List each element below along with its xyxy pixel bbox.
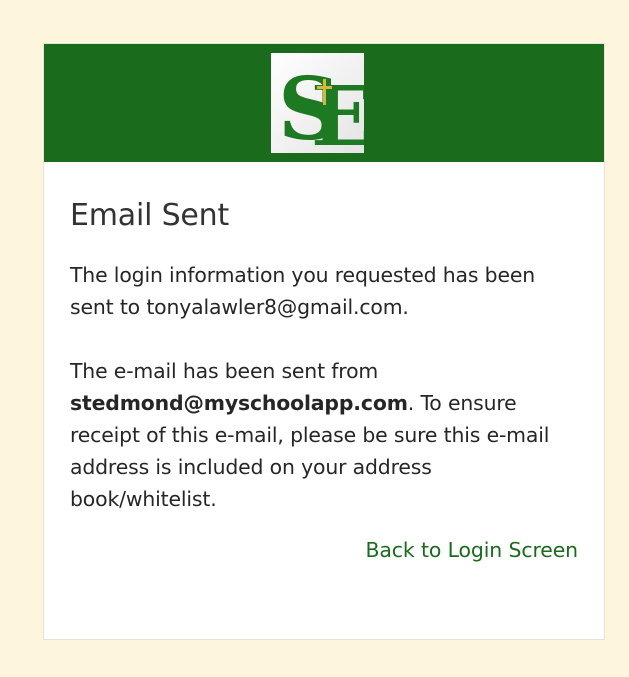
- logo-cross-horizontal: [316, 86, 332, 89]
- back-link-row: Back to Login Screen: [70, 538, 578, 562]
- sender-email: stedmond@myschoolapp.com: [70, 391, 408, 415]
- sender-info-prefix: The e-mail has been sent from: [70, 359, 379, 383]
- email-sent-card: S E Email Sent The login information you…: [43, 43, 605, 640]
- school-logo: S E: [270, 53, 364, 153]
- school-crest-icon: S E: [270, 53, 364, 153]
- logo-cross-vertical: [322, 79, 326, 105]
- back-to-login-link[interactable]: Back to Login Screen: [365, 538, 578, 562]
- page-title: Email Sent: [70, 198, 230, 233]
- logo-letter-e: E: [311, 69, 364, 153]
- sent-confirmation-text: The login information you requested has …: [70, 263, 536, 319]
- school-header: S E: [44, 44, 604, 162]
- sender-info-text: The e-mail has been sent from stedmond@m…: [70, 355, 578, 515]
- message-content: Email Sent The login information you req…: [44, 162, 604, 562]
